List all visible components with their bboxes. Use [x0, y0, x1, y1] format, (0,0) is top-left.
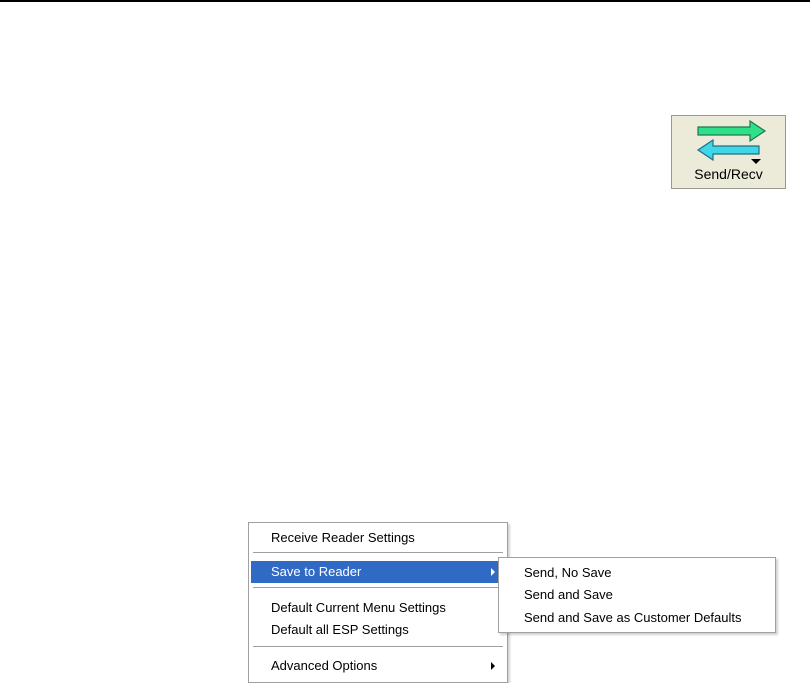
menu-item-label: Default all ESP Settings — [271, 622, 409, 637]
submenu-arrow-icon — [491, 568, 495, 576]
menu-item-advanced-options[interactable]: Advanced Options — [251, 655, 505, 677]
submenu-item-label: Send and Save — [524, 587, 613, 602]
menu-item-label: Receive Reader Settings — [271, 530, 415, 545]
save-to-reader-submenu: Send, No Save Send and Save Send and Sav… — [498, 557, 776, 633]
send-recv-label: Send/Recv — [694, 166, 763, 182]
menu-item-receive-reader-settings[interactable]: Receive Reader Settings — [251, 527, 505, 549]
menu-item-default-current-menu-settings[interactable]: Default Current Menu Settings — [251, 597, 505, 619]
menu-item-save-to-reader[interactable]: Save to Reader — [251, 561, 505, 583]
submenu-item-send-and-save[interactable]: Send and Save — [501, 585, 773, 605]
submenu-item-label: Send and Save as Customer Defaults — [524, 610, 742, 625]
menu-item-default-all-esp-settings[interactable]: Default all ESP Settings — [251, 619, 505, 641]
menu-item-label: Default Current Menu Settings — [271, 600, 446, 615]
submenu-item-send-no-save[interactable]: Send, No Save — [501, 563, 773, 583]
submenu-item-send-and-save-customer-defaults[interactable]: Send and Save as Customer Defaults — [501, 608, 773, 628]
reader-context-menu: Receive Reader Settings Save to Reader D… — [248, 522, 508, 683]
send-receive-arrows-icon — [696, 119, 767, 164]
top-rule — [0, 0, 810, 2]
menu-separator — [253, 552, 503, 554]
menu-separator — [253, 646, 503, 648]
send-recv-button[interactable]: Send/Recv — [671, 115, 786, 189]
menu-separator — [253, 587, 503, 589]
submenu-item-label: Send, No Save — [524, 565, 612, 580]
submenu-arrow-icon — [491, 662, 495, 670]
menu-item-label: Advanced Options — [271, 658, 378, 673]
menu-item-label: Save to Reader — [271, 564, 362, 579]
